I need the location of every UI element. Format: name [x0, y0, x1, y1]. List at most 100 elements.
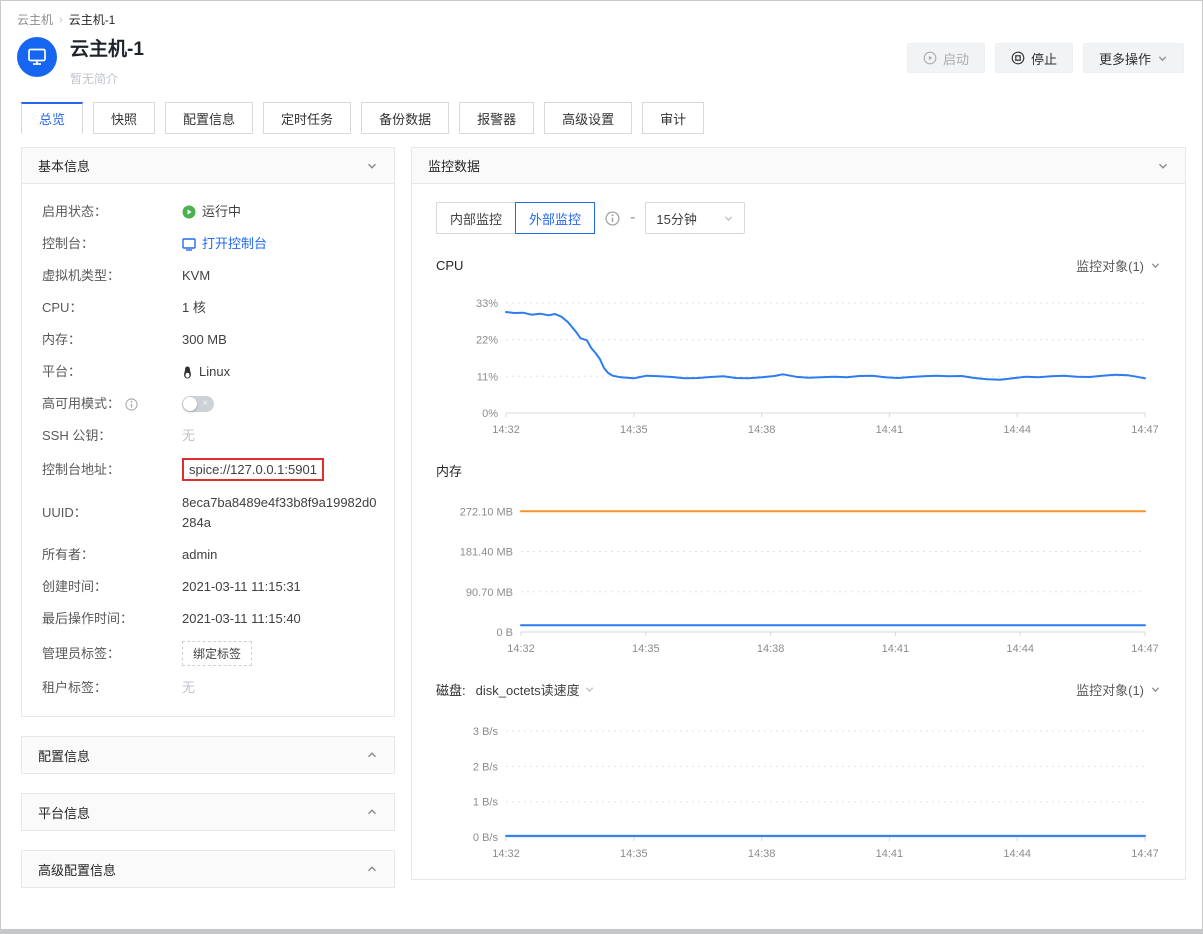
monitor-icon	[27, 48, 47, 66]
create-time-value: 2021-03-11 11:15:31	[182, 577, 378, 597]
interval-select[interactable]: 15分钟	[645, 202, 745, 234]
status-text: 运行中	[202, 202, 241, 222]
tab-advanced-settings[interactable]: 高级设置	[544, 102, 632, 134]
tab-overview[interactable]: 总览	[21, 102, 83, 134]
console-monitor-icon	[182, 238, 196, 251]
info-icon[interactable]	[605, 211, 620, 226]
svg-text:14:47: 14:47	[1131, 643, 1159, 655]
right-column: 监控数据 内部监控 外部监控 - 15分钟 CP	[411, 147, 1186, 880]
chevron-down-icon	[1150, 684, 1161, 695]
platform-info-panel-header[interactable]: 平台信息	[22, 794, 394, 830]
disk-metric-dropdown[interactable]: disk_octets读速度	[476, 680, 595, 699]
svg-text:14:41: 14:41	[876, 424, 904, 436]
info-icon[interactable]	[125, 398, 138, 411]
start-button-label: 启动	[943, 49, 969, 68]
info-label: 启用状态：	[42, 202, 182, 222]
chevron-up-icon	[366, 749, 378, 761]
chevron-down-icon	[723, 213, 734, 224]
platform-info-panel: 平台信息	[21, 793, 395, 831]
svg-text:14:41: 14:41	[882, 643, 910, 655]
info-row-ha-mode: 高可用模式： ×	[42, 394, 378, 414]
ssh-key-value: 无	[182, 426, 378, 446]
tab-scheduled-tasks[interactable]: 定时任务	[263, 102, 351, 134]
monitor-source-segment: 内部监控 外部监控	[436, 202, 595, 234]
svg-text:181.40 MB: 181.40 MB	[460, 547, 513, 559]
info-label: 内存：	[42, 330, 182, 350]
stop-circle-icon	[1011, 51, 1025, 65]
tab-alarms[interactable]: 报警器	[459, 102, 534, 134]
tab-snapshot[interactable]: 快照	[93, 102, 155, 134]
tab-backup-data[interactable]: 备份数据	[361, 102, 449, 134]
tab-config-info[interactable]: 配置信息	[165, 102, 253, 134]
svg-text:11%: 11%	[477, 371, 498, 383]
tab-audit[interactable]: 审计	[642, 102, 704, 134]
info-row-console-address: 控制台地址： spice://127.0.0.1:5901	[42, 458, 378, 481]
monitoring-panel: 监控数据 内部监控 外部监控 - 15分钟 CP	[411, 147, 1186, 880]
disk-section-left: 磁盘: disk_octets读速度	[436, 680, 595, 699]
page-title: 云主机-1	[70, 37, 144, 63]
more-actions-label: 更多操作	[1099, 49, 1151, 68]
chevron-down-icon	[366, 160, 378, 172]
breadcrumb-parent-link[interactable]: 云主机	[17, 11, 53, 28]
breadcrumb: 云主机 › 云主机-1	[1, 1, 1202, 28]
monitor-target-dropdown-cpu[interactable]: 监控对象(1)	[1076, 256, 1161, 275]
svg-text:14:35: 14:35	[620, 848, 648, 860]
config-info-panel-header[interactable]: 配置信息	[22, 737, 394, 773]
config-info-panel: 配置信息	[21, 736, 395, 774]
memory-chart-title: 内存	[436, 461, 462, 480]
monitor-target-dropdown-disk[interactable]: 监控对象(1)	[1076, 680, 1161, 699]
vm-type-value: KVM	[182, 266, 378, 286]
cpu-value: 1 核	[182, 298, 378, 318]
svg-text:14:32: 14:32	[507, 643, 535, 655]
disk-section-header: 磁盘: disk_octets读速度 监控对象(1)	[436, 680, 1161, 699]
info-label: 管理员标签：	[42, 641, 182, 666]
basic-info-title: 基本信息	[38, 156, 90, 175]
more-actions-button[interactable]: 更多操作	[1083, 43, 1184, 73]
linux-penguin-icon	[182, 366, 193, 379]
advanced-config-panel-header[interactable]: 高级配置信息	[22, 851, 394, 887]
svg-text:14:38: 14:38	[748, 424, 776, 436]
start-button[interactable]: 启动	[907, 43, 985, 73]
info-label: 控制台地址：	[42, 458, 182, 481]
info-row-vm-type: 虚拟机类型： KVM	[42, 266, 378, 286]
breadcrumb-current: 云主机-1	[69, 11, 116, 28]
ha-label-text: 高可用模式：	[42, 394, 120, 414]
vm-avatar	[17, 37, 57, 77]
basic-info-panel-header[interactable]: 基本信息	[22, 148, 394, 184]
monitoring-panel-header[interactable]: 监控数据	[412, 148, 1185, 184]
open-console-label: 打开控制台	[202, 234, 267, 254]
status-value: 运行中	[182, 202, 378, 222]
info-label: 所有者：	[42, 545, 182, 565]
open-console-link[interactable]: 打开控制台	[182, 234, 267, 254]
stop-button[interactable]: 停止	[995, 43, 1073, 73]
advanced-config-panel: 高级配置信息	[21, 850, 395, 888]
info-label: 控制台：	[42, 234, 182, 254]
chevron-down-icon	[584, 684, 595, 695]
internal-monitor-button[interactable]: 内部监控	[436, 202, 515, 234]
ha-mode-toggle[interactable]: ×	[182, 396, 214, 412]
info-row-console: 控制台： 打开控制台	[42, 234, 378, 254]
svg-text:1 B/s: 1 B/s	[473, 797, 499, 809]
svg-text:14:44: 14:44	[1003, 424, 1031, 436]
owner-value: admin	[182, 545, 378, 565]
last-op-time-value: 2021-03-11 11:15:40	[182, 609, 378, 629]
ha-toggle-cell: ×	[182, 394, 378, 414]
svg-text:2 B/s: 2 B/s	[473, 761, 499, 773]
console-value: 打开控制台	[182, 234, 378, 254]
running-status-icon	[182, 205, 196, 219]
chevron-up-icon	[366, 863, 378, 875]
info-label: CPU：	[42, 298, 182, 318]
disk-label: 磁盘:	[436, 680, 466, 699]
external-monitor-button[interactable]: 外部监控	[515, 202, 595, 234]
tab-bar: 总览 快照 配置信息 定时任务 备份数据 报警器 高级设置 审计	[1, 87, 1202, 134]
svg-text:90.70 MB: 90.70 MB	[466, 587, 513, 599]
svg-text:0 B: 0 B	[496, 627, 513, 639]
platform-value: Linux	[182, 362, 378, 382]
platform-text: Linux	[199, 362, 230, 382]
svg-text:14:47: 14:47	[1131, 848, 1159, 860]
cpu-chart-title: CPU	[436, 258, 463, 273]
bind-tag-button[interactable]: 绑定标签	[182, 641, 252, 666]
basic-info-panel: 基本信息 启用状态： 运行中 控制台： 打开控制台	[21, 147, 395, 717]
interval-select-value: 15分钟	[656, 209, 696, 228]
breadcrumb-separator: ›	[59, 14, 63, 26]
